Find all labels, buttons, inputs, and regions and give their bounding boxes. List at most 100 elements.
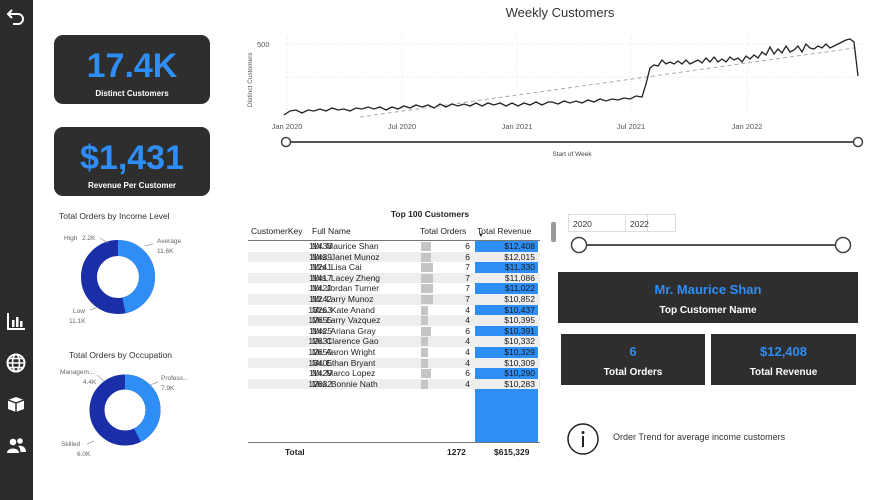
top-customer-card: Mr. Maurice Shan Top Customer Name	[558, 272, 858, 323]
header-full-name[interactable]: Full Name	[312, 226, 351, 236]
x-tick-jan-2020: Jan 2020	[272, 122, 303, 131]
orders-databar	[421, 347, 428, 357]
total-revenue: $615,329	[494, 447, 530, 457]
table-row[interactable]: 11241 Mrs. Lisa Cai 7 $11,330	[248, 262, 540, 273]
occupation-label-skilled: Skilled	[61, 441, 81, 448]
total-orders-label: Total Orders	[603, 367, 663, 378]
table-row[interactable]: 11433 Mr. Maurice Shan 6 $12,408	[248, 241, 540, 252]
total-revenue-cell: $10,852	[504, 293, 535, 304]
total-revenue-label: Total Revenue	[749, 367, 818, 378]
total-revenue-card: $12,408 Total Revenue	[711, 334, 856, 385]
year-slider-start-handle[interactable]	[570, 236, 588, 254]
table-scrollbar[interactable]	[551, 222, 556, 242]
occupation-value-professional: 7.9K	[161, 385, 175, 392]
table-row[interactable]: 12650 Mr. Aaron Wright 4 $10,329	[248, 347, 540, 358]
nav-rail	[0, 0, 33, 500]
end-year-input[interactable]: 2022	[625, 214, 676, 232]
year-slider-end-handle[interactable]	[834, 236, 852, 254]
header-customer-key[interactable]: CustomerKey	[251, 226, 303, 236]
total-revenue-cell: $10,290	[504, 368, 535, 379]
orders-databar	[421, 294, 433, 304]
full-name-cell: Mrs. Lacey Zheng	[312, 272, 381, 283]
occupation-value-management: 4.4K	[83, 379, 97, 386]
revenue-per-customer-value: $1,431	[80, 139, 184, 177]
weekly-customers-line	[283, 38, 859, 116]
orders-databar	[421, 305, 428, 315]
total-orders-cell: 4	[465, 336, 470, 347]
total-orders-cell: 7	[465, 262, 470, 273]
occupation-donut-chart: Profess... 7.9K Skilled 6.0K Managem... …	[60, 369, 189, 458]
total-revenue-cell: $10,283	[504, 378, 535, 389]
info-icon[interactable]	[566, 422, 600, 456]
table-row[interactable]: 11417 Mrs. Lacey Zheng 7 $11,086	[248, 272, 540, 284]
occupation-label-management: Managem...	[60, 369, 95, 376]
total-revenue-cell: $10,437	[504, 304, 535, 315]
table-body: 11433 Mr. Maurice Shan 6 $12,408 11439 Mrs. J…	[248, 241, 540, 390]
orders-databar	[421, 337, 428, 347]
orders-databar	[421, 379, 428, 389]
table-row[interactable]: 13405 Mr. Ethan Bryant 4 $10,309	[248, 357, 540, 369]
sort-desc-icon[interactable]: ▼	[478, 233, 484, 239]
table-row[interactable]: 12632 Mrs. Bonnie Nath 4 $10,283	[248, 378, 540, 390]
total-orders-cell: 6	[465, 325, 470, 336]
total-orders-cell: 4	[465, 357, 470, 368]
total-revenue-cell: $12,015	[504, 251, 535, 262]
table-row[interactable]: 11429 Mr. Marco Lopez 6 $10,290	[248, 368, 540, 379]
top-customers-table: CustomerKey Full Name Total Orders Total…	[248, 222, 540, 458]
occupation-value-skilled: 6.0K	[77, 451, 91, 458]
globe-icon[interactable]	[3, 350, 29, 376]
header-total-revenue[interactable]: Total Revenue	[477, 226, 531, 236]
distinct-customers-card: 17.4K Distinct Customers	[54, 35, 210, 104]
orders-databar	[421, 242, 432, 251]
income-value-high: 2.2K	[82, 235, 96, 242]
full-name-cell: Mr. Clarence Gao	[312, 336, 379, 347]
total-revenue-cell: $11,022	[504, 283, 535, 294]
total-orders-cell: 4	[465, 304, 470, 315]
full-name-cell: Mr. Marco Lopez	[312, 368, 376, 379]
income-value-low: 11.1K	[69, 318, 86, 325]
table-row[interactable]: 13263 Mrs. Kate Anand 4 $10,437	[248, 305, 540, 316]
total-orders-cell: 4	[465, 346, 470, 357]
x-tick-jan-2022: Jan 2022	[732, 122, 763, 131]
table-row[interactable]: 11242 Mr. Larry Munoz 7 $10,852	[248, 293, 540, 305]
total-revenue-cell: $11,086	[504, 272, 535, 283]
total-orders-cell: 4	[465, 315, 470, 326]
year-range-slider[interactable]	[566, 234, 856, 256]
distinct-customers-label: Distinct Customers	[95, 89, 169, 98]
orders-databar	[421, 326, 432, 336]
total-revenue-value: $12,408	[760, 344, 807, 359]
total-revenue-cell: $10,391	[504, 325, 535, 336]
occupation-donut-title: Total Orders by Occupation	[69, 350, 172, 360]
orders-databar	[421, 284, 433, 294]
weekly-chart-title: Weekly Customers	[505, 5, 615, 20]
date-range-handle-end[interactable]	[852, 136, 864, 148]
date-range-handle-start[interactable]	[280, 136, 292, 148]
back-icon[interactable]	[3, 4, 29, 30]
income-donut-chart: Average 11.6K Low 11.1K High 2.2K	[64, 235, 181, 325]
table-row[interactable]: 11420 Mr. Jordan Turner 7 $11,022	[248, 283, 540, 294]
total-revenue-cell: $10,332	[504, 336, 535, 347]
total-revenue-cell: $10,329	[504, 346, 535, 357]
total-revenue-cell: $10,395	[504, 315, 535, 326]
total-orders: 1272	[447, 447, 466, 457]
orders-databar	[421, 273, 433, 283]
table-row[interactable]: 12655 Mr. Larry Vazquez 4 $10,395	[248, 315, 540, 326]
full-name-cell: Mrs. Janet Munoz	[312, 251, 380, 262]
full-name-cell: Mrs. Kate Anand	[312, 304, 375, 315]
full-name-cell: Mrs. Bonnie Nath	[312, 378, 378, 389]
total-label: Total	[285, 447, 305, 457]
table-header: CustomerKey Full Name Total Orders Total…	[248, 222, 540, 241]
bar-chart-icon[interactable]	[3, 308, 29, 334]
table-row[interactable]: 11439 Mrs. Janet Munoz 6 $12,015	[248, 251, 540, 263]
total-orders-cell: 7	[465, 283, 470, 294]
total-orders-cell: 6	[465, 368, 470, 379]
y-axis-label: Distinct Customers	[247, 52, 254, 107]
box-icon[interactable]	[3, 391, 29, 417]
distinct-customers-value: 17.4K	[86, 47, 178, 85]
weekly-customers-chart: 500 Distinct Customers Jan 2020 Jul 2020…	[247, 36, 865, 158]
users-icon[interactable]	[3, 433, 29, 459]
header-total-orders[interactable]: Total Orders	[420, 226, 466, 236]
table-row[interactable]: 11425 Mrs. Ariana Gray 6 $10,391	[248, 326, 540, 337]
table-row[interactable]: 12631 Mr. Clarence Gao 4 $10,332	[248, 336, 540, 347]
orders-databar	[421, 263, 433, 273]
